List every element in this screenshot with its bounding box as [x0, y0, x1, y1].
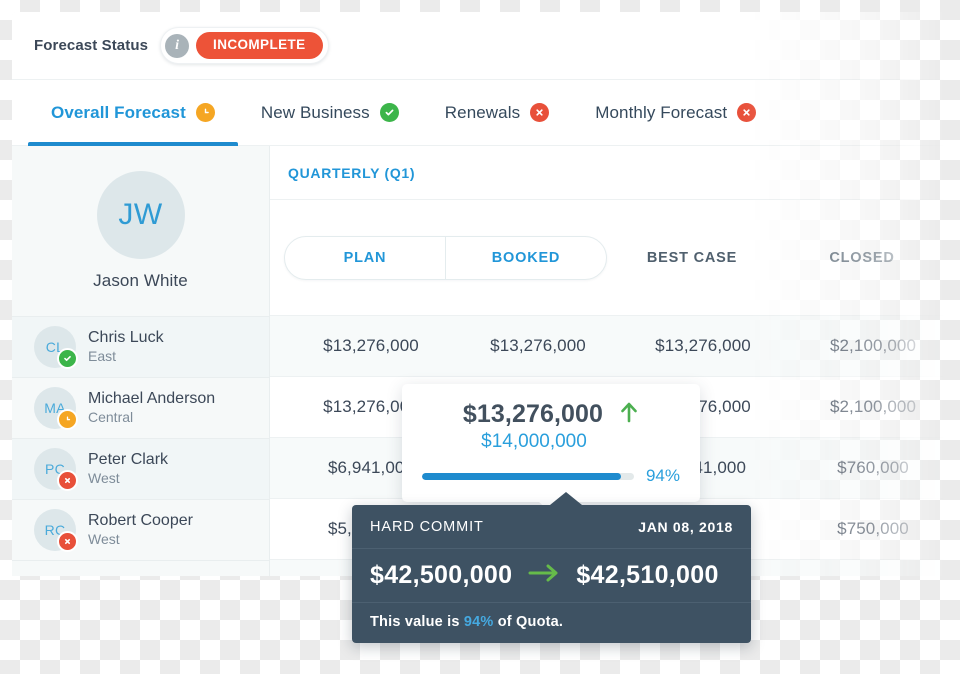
person-name: Michael Anderson — [88, 389, 216, 407]
screen: Forecast Status i INCOMPLETE Overall For… — [0, 0, 960, 674]
check-icon — [57, 348, 78, 369]
tooltip-kind: HARD COMMIT — [370, 519, 484, 535]
cell-closed: $2,100,000 — [829, 336, 917, 355]
column-header-best-case: BEST CASE — [646, 249, 738, 266]
avatar: RC — [34, 509, 78, 552]
progress-label: 94% — [645, 466, 680, 485]
tab-label: Monthly Forecast — [595, 102, 728, 122]
tab-renewals[interactable]: Renewals — [422, 80, 572, 145]
x-icon — [57, 470, 78, 491]
list-item-text: Michael Anderson Central — [88, 390, 215, 427]
tooltip-date: JAN 08, 2018 — [638, 519, 733, 535]
arrow-right-icon — [528, 564, 560, 587]
tooltip-note-percent: 94% — [463, 614, 494, 630]
cell-closed: $760,000 — [837, 458, 909, 477]
x-icon — [57, 531, 78, 552]
person-region: Central — [88, 409, 134, 426]
plan-booked-toggle[interactable]: PLAN BOOKED — [284, 235, 607, 280]
cell-best-case: $13,276,000 — [655, 336, 751, 355]
progress-fill — [422, 472, 622, 480]
info-icon[interactable]: i — [165, 33, 190, 58]
list-item[interactable]: RC Robert Cooper West — [12, 500, 269, 561]
progress-track — [422, 472, 634, 480]
cell-plan: $13,276,000 — [323, 336, 419, 355]
clock-icon — [57, 409, 78, 430]
popover-progress: 94% — [422, 466, 680, 486]
person-region: East — [88, 348, 117, 365]
popover-primary-row: $13,276,000 — [422, 400, 680, 429]
avatar: CL — [34, 326, 78, 369]
person-region: West — [88, 470, 120, 487]
forecast-status-label: Forecast Status — [34, 37, 149, 54]
list-item[interactable]: MA Michael Anderson Central — [12, 378, 269, 439]
popover-primary-value: $13,276,000 — [462, 400, 604, 428]
tab-label: New Business — [260, 102, 370, 122]
status-pill[interactable]: i INCOMPLETE — [160, 27, 329, 64]
list-item-text: Robert Cooper West — [88, 512, 193, 549]
tooltip-arrow — [550, 492, 582, 505]
column-header-row: PLAN BOOKED BEST CASE CLOSED — [270, 200, 948, 316]
status-bar: Forecast Status i INCOMPLETE — [12, 12, 948, 80]
list-item-text: Peter Clark West — [88, 451, 168, 488]
list-item[interactable]: CL Chris Luck East — [12, 317, 269, 378]
people-column: JW Jason White CL Chris Luck East MA Mic… — [12, 146, 270, 576]
arrow-up-icon — [619, 400, 639, 429]
column-header-booked[interactable]: BOOKED — [445, 236, 606, 279]
list-item-text: Chris Luck East — [88, 329, 164, 366]
tab-new-business[interactable]: New Business — [238, 80, 422, 145]
quarter-label: QUARTERLY (Q1) — [288, 164, 416, 181]
tab-label: Renewals — [444, 102, 521, 122]
tooltip-header: HARD COMMIT JAN 08, 2018 — [352, 505, 751, 549]
person-name: Peter Clark — [88, 450, 169, 468]
clock-icon — [195, 103, 215, 122]
profile-header: JW Jason White — [12, 146, 269, 317]
tooltip-note: This value is 94% of Quota. — [352, 603, 751, 643]
x-icon — [737, 103, 757, 122]
tooltip-from-value: $42,500,000 — [370, 561, 513, 589]
tooltip-to-value: $42,510,000 — [576, 561, 719, 589]
popover-secondary-value: $14,000,000 — [481, 431, 587, 452]
avatar: MA — [34, 387, 78, 430]
x-icon — [530, 103, 550, 122]
avatar: PC — [34, 448, 78, 491]
tab-label: Overall Forecast — [51, 102, 186, 122]
tab-monthly-forecast[interactable]: Monthly Forecast — [572, 80, 779, 145]
avatar: JW — [96, 171, 185, 259]
check-icon — [379, 103, 399, 122]
person-name: Chris Luck — [88, 328, 164, 346]
cell-closed: $2,100,000 — [829, 397, 917, 416]
status-badge: INCOMPLETE — [196, 32, 323, 59]
list-item[interactable]: PC Peter Clark West — [12, 439, 269, 500]
tab-bar: Overall Forecast New Business Renewals M… — [12, 80, 948, 146]
cell-booked: $13,276,000 — [490, 336, 586, 355]
value-popover: $13,276,000 $14,000,000 94% — [402, 384, 700, 513]
person-region: West — [88, 531, 120, 548]
tooltip-note-prefix: This value is — [370, 614, 464, 630]
quarter-header: QUARTERLY (Q1) — [270, 146, 948, 200]
cell-closed: $750,000 — [837, 519, 909, 538]
column-header-closed: CLOSED — [829, 249, 895, 266]
page-title: Jason White — [93, 271, 188, 290]
tooltip-values: $42,500,000 $42,510,000 — [352, 549, 751, 603]
hard-commit-tooltip: HARD COMMIT JAN 08, 2018 $42,500,000 $42… — [352, 492, 751, 643]
person-name: Robert Cooper — [88, 511, 193, 529]
tooltip-note-suffix: of Quota. — [493, 614, 564, 630]
column-header-plan[interactable]: PLAN — [285, 237, 445, 279]
tab-overall-forecast[interactable]: Overall Forecast — [28, 80, 238, 146]
table-row: $13,276,000 $13,276,000 $13,276,000 $2,1… — [270, 316, 948, 377]
